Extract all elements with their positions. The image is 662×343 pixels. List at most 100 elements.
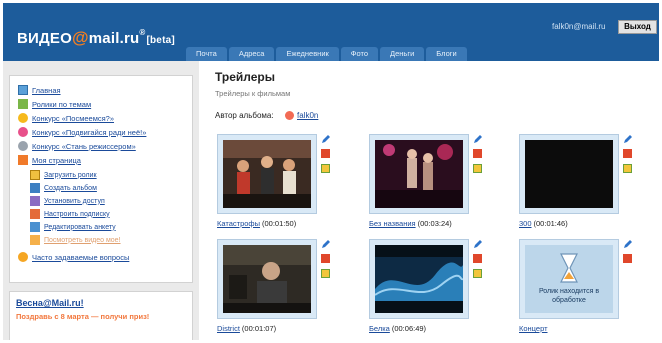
- logo-registered: ®: [139, 28, 146, 37]
- move-icon[interactable]: [623, 164, 632, 173]
- sidebar-subitem-subscription[interactable]: Настроить подписку: [30, 209, 110, 219]
- upload-icon: [30, 170, 40, 180]
- sidebar-item-label[interactable]: Ролики по темам: [32, 100, 91, 109]
- edit-profile-icon: [30, 222, 40, 232]
- edit-pencil-icon[interactable]: [321, 240, 330, 249]
- delete-icon[interactable]: [623, 254, 632, 263]
- edit-pencil-icon[interactable]: [623, 240, 632, 249]
- video-title-link[interactable]: 300: [519, 219, 532, 228]
- sidebar: Главная Ролики по темам Конкурс «Посмеем…: [3, 61, 199, 340]
- contest-icon: [18, 127, 28, 137]
- video-thumbnail-frame[interactable]: [369, 134, 469, 214]
- video-duration: (00:06:49): [391, 324, 427, 333]
- video-title-line: 300 (00:01:46): [519, 219, 568, 228]
- sidebar-item-label[interactable]: Конкурс «Подвигайся ради неё!»: [32, 128, 146, 137]
- video-card: Ролик находится в обработке Концерт: [519, 239, 637, 339]
- sidebar-item-label[interactable]: Часто задаваемые вопросы: [32, 253, 129, 262]
- page-title: Трейлеры: [215, 70, 275, 84]
- video-card: 300 (00:01:46): [519, 134, 637, 234]
- view-icon: [30, 235, 40, 245]
- video-thumbnail[interactable]: [375, 245, 463, 313]
- site-logo[interactable]: ВИДЕО@mail.ru®[beta]: [17, 28, 175, 48]
- processing-placeholder: Ролик находится в обработке: [525, 245, 613, 313]
- sidebar-subitem-create-album[interactable]: Создать альбом: [30, 183, 97, 193]
- video-thumbnail-frame[interactable]: [217, 239, 317, 319]
- video-title-link[interactable]: Концерт: [519, 324, 548, 333]
- video-title-line: District (00:01:07): [217, 324, 276, 333]
- author-link[interactable]: falk0n: [285, 111, 318, 120]
- sidebar-subitem-label[interactable]: Загрузить ролик: [44, 172, 97, 179]
- sidebar-item-topics[interactable]: Ролики по темам: [18, 99, 91, 109]
- sidebar-item-label[interactable]: Моя страница: [32, 156, 81, 165]
- hourglass-icon: [560, 253, 578, 283]
- contest-icon: [18, 141, 28, 151]
- video-thumbnail-frame[interactable]: [369, 239, 469, 319]
- tab-mail[interactable]: Почта: [186, 47, 227, 61]
- delete-icon[interactable]: [473, 149, 482, 158]
- video-thumbnail[interactable]: [525, 140, 613, 208]
- sidebar-subitem-label[interactable]: Посмотреть видео мое!: [44, 237, 121, 244]
- sidebar-item-contest-laugh[interactable]: Конкурс «Посмеемся?»: [18, 113, 114, 123]
- edit-pencil-icon[interactable]: [623, 135, 632, 144]
- delete-icon[interactable]: [473, 254, 482, 263]
- move-icon[interactable]: [473, 269, 482, 278]
- video-card: Без названия (00:03:24): [369, 134, 487, 234]
- user-avatar-icon: [285, 111, 294, 120]
- sidebar-item-label[interactable]: Конкурс «Стань режиссером»: [32, 142, 136, 151]
- edit-pencil-icon[interactable]: [321, 135, 330, 144]
- video-title-line: Белка (00:06:49): [369, 324, 426, 333]
- sidebar-item-my-page[interactable]: Моя страница: [18, 155, 81, 165]
- video-thumbnail[interactable]: [223, 140, 311, 208]
- subscription-icon: [30, 209, 40, 219]
- logout-button[interactable]: Выход: [618, 20, 657, 34]
- sidebar-subitem-label[interactable]: Создать альбом: [44, 185, 97, 192]
- delete-icon[interactable]: [321, 149, 330, 158]
- video-duration: (00:01:46): [533, 219, 568, 228]
- sidebar-subitem-upload[interactable]: Загрузить ролик: [30, 170, 97, 180]
- sidebar-subitem-label[interactable]: Настроить подписку: [44, 211, 110, 218]
- video-title-link[interactable]: Катастрофы: [217, 219, 260, 228]
- delete-icon[interactable]: [623, 149, 632, 158]
- video-thumbnail[interactable]: [223, 245, 311, 313]
- video-title-link[interactable]: Без названия: [369, 219, 416, 228]
- sidebar-item-label[interactable]: Главная: [32, 86, 61, 95]
- faq-icon: [18, 252, 28, 262]
- tab-addresses[interactable]: Адреса: [228, 47, 275, 61]
- sidebar-subitem-edit-profile[interactable]: Редактировать анкету: [30, 222, 116, 232]
- tab-calendar[interactable]: Ежедневник: [276, 47, 339, 61]
- main-content: Трейлеры Трейлеры к фильмам Автор альбом…: [199, 61, 659, 340]
- tab-photo[interactable]: Фото: [340, 47, 379, 61]
- video-thumbnail[interactable]: [375, 140, 463, 208]
- sidebar-item-label[interactable]: Конкурс «Посмеемся?»: [32, 114, 114, 123]
- video-thumbnail-frame[interactable]: [217, 134, 317, 214]
- tab-blogs[interactable]: Блоги: [426, 47, 467, 61]
- video-thumbnail-frame[interactable]: Ролик находится в обработке: [519, 239, 619, 319]
- promo-title[interactable]: Весна@Mail.ru!: [16, 298, 84, 308]
- author-label: Автор альбома:: [215, 111, 274, 120]
- video-title-link[interactable]: Белка: [369, 324, 390, 333]
- promo-text[interactable]: Поздравь с 8 марта — получи приз!: [16, 312, 166, 322]
- sidebar-subitem-label[interactable]: Установить доступ: [44, 198, 105, 205]
- logo-at: @: [71, 28, 89, 47]
- video-duration: (00:01:50): [262, 219, 297, 228]
- video-thumbnail-frame[interactable]: [519, 134, 619, 214]
- move-icon[interactable]: [473, 164, 482, 173]
- sidebar-item-contest-director[interactable]: Конкурс «Стань режиссером»: [18, 141, 136, 151]
- sidebar-item-contest-move[interactable]: Конкурс «Подвигайся ради неё!»: [18, 127, 146, 137]
- sidebar-subitem-access[interactable]: Установить доступ: [30, 196, 105, 206]
- sidebar-item-faq[interactable]: Часто задаваемые вопросы: [18, 252, 129, 262]
- delete-icon[interactable]: [321, 254, 330, 263]
- edit-pencil-icon[interactable]: [473, 240, 482, 249]
- edit-pencil-icon[interactable]: [473, 135, 482, 144]
- video-title-link[interactable]: District: [217, 324, 240, 333]
- sidebar-item-home[interactable]: Главная: [18, 85, 61, 95]
- sidebar-subitem-label[interactable]: Редактировать анкету: [44, 224, 116, 231]
- author-name[interactable]: falk0n: [297, 111, 318, 120]
- logo-mailru: mail.ru: [88, 30, 140, 47]
- user-email: falk0n@mail.ru: [552, 22, 606, 31]
- move-icon[interactable]: [321, 164, 330, 173]
- sidebar-subitem-view[interactable]: Посмотреть видео мое!: [30, 235, 121, 245]
- move-icon[interactable]: [321, 269, 330, 278]
- page: ВИДЕО@mail.ru®[beta] falk0n@mail.ru Выхо…: [3, 3, 659, 340]
- tab-money[interactable]: Деньги: [380, 47, 425, 61]
